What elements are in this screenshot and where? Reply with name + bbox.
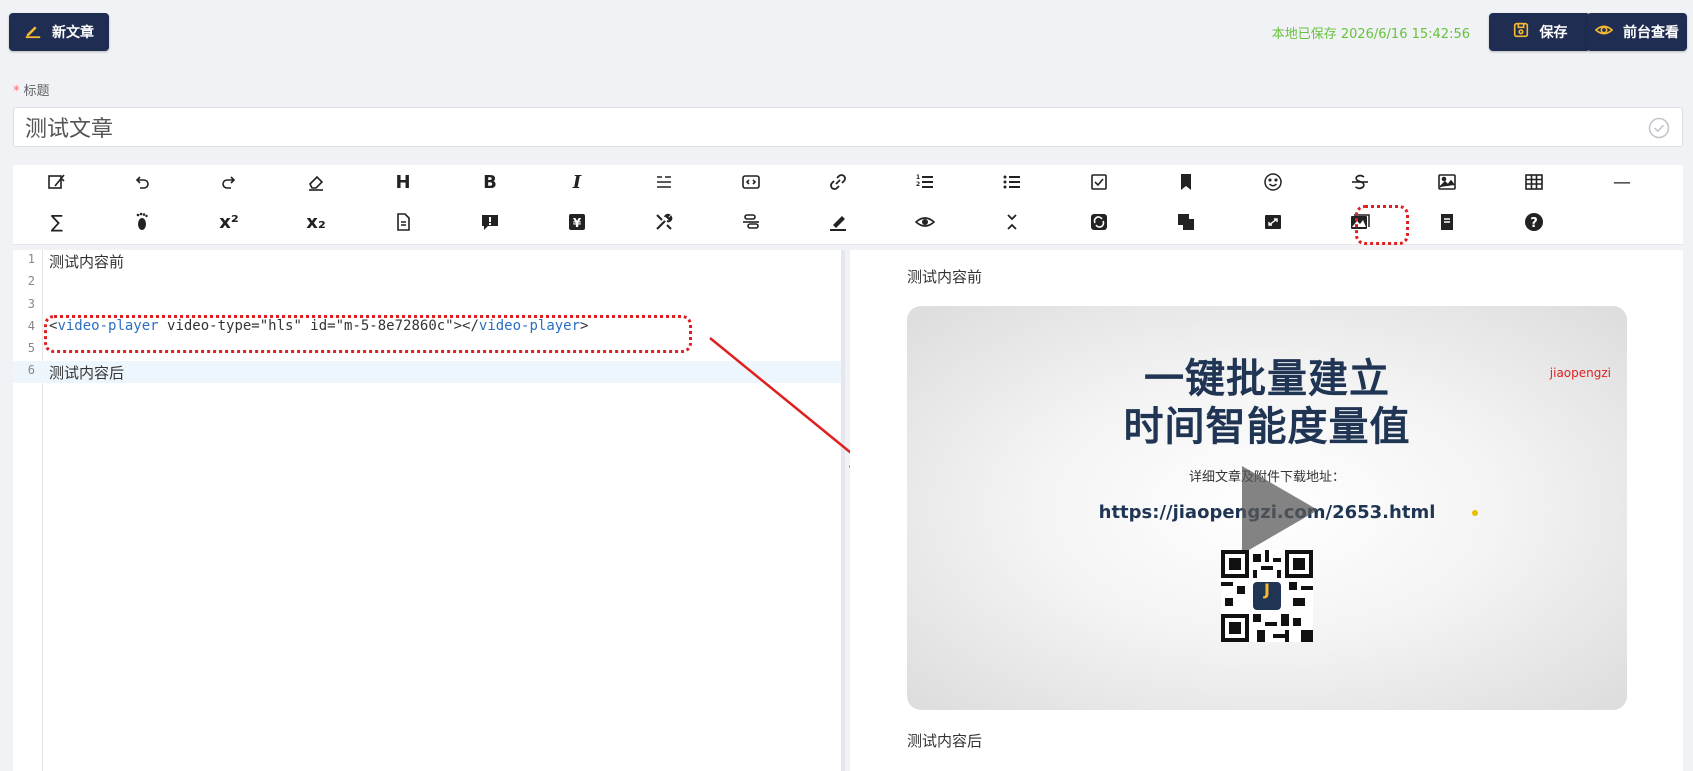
new-article-label: 新文章 — [52, 25, 94, 41]
bold-icon[interactable]: B — [475, 167, 505, 197]
frontend-view-button[interactable]: 前台查看 — [1587, 13, 1687, 51]
line-number: 2 — [27, 274, 35, 288]
quote-icon[interactable] — [649, 167, 679, 197]
code-highlight-box — [44, 315, 692, 353]
play-icon[interactable] — [1242, 466, 1318, 554]
title-input[interactable] — [14, 108, 1614, 146]
toolbar-row-2: ∑ x² x₂ ¥ ? — [13, 207, 1683, 243]
note-icon[interactable] — [1432, 207, 1462, 237]
svg-text:2: 2 — [916, 181, 920, 188]
table-icon[interactable] — [1519, 167, 1549, 197]
save-label: 保存 — [1539, 25, 1568, 41]
unordered-list-icon[interactable] — [997, 167, 1027, 197]
help-icon[interactable]: ? — [1519, 207, 1549, 237]
formula-icon[interactable]: ∑ — [42, 207, 72, 237]
line-text: 测试内容前 — [49, 253, 125, 271]
check-circle-icon — [1648, 117, 1670, 139]
top-bar: 新文章 本地已保存 2026/6/16 15:42:56 保存 前台查看 — [0, 0, 1693, 64]
video-brand: jiaopengzi — [1549, 366, 1611, 380]
line-number: 4 — [27, 319, 35, 333]
emoji-icon[interactable] — [1258, 167, 1288, 197]
superscript-icon[interactable]: x² — [214, 207, 244, 237]
required-mark: * — [13, 84, 20, 99]
collapse-icon[interactable] — [997, 207, 1027, 237]
preview-text-before: 测试内容前 — [907, 268, 983, 286]
tools-icon[interactable] — [649, 207, 679, 237]
highlighter-icon[interactable] — [823, 207, 853, 237]
toolbar-row-1: H B I 12 — — [13, 167, 1683, 203]
gallery-highlight-box — [1355, 205, 1409, 245]
italic-icon[interactable]: I — [562, 167, 592, 197]
line-number: 3 — [27, 297, 35, 311]
line-number: 1 — [27, 252, 35, 266]
eye-icon — [1594, 21, 1614, 43]
svg-text:1: 1 — [916, 174, 920, 181]
line-number: 6 — [27, 363, 35, 377]
preview-icon[interactable] — [910, 207, 940, 237]
line-number: 5 — [27, 341, 35, 355]
align-icon[interactable] — [736, 207, 766, 237]
image-icon[interactable] — [1432, 167, 1462, 197]
pencil-icon — [24, 21, 42, 43]
save-button[interactable]: 保存 — [1489, 13, 1590, 51]
heading-icon[interactable]: H — [388, 167, 418, 197]
cursor-indicator — [1472, 510, 1478, 516]
currency-icon[interactable]: ¥ — [562, 207, 592, 237]
title-field[interactable] — [13, 107, 1683, 147]
preview-text-after: 测试内容后 — [907, 732, 983, 750]
qr-letter: J — [1264, 580, 1270, 599]
floppy-icon — [1512, 21, 1530, 43]
magic-wand-icon[interactable] — [42, 167, 72, 197]
svg-text:¥: ¥ — [573, 216, 582, 230]
saved-status: 本地已保存 2026/6/16 15:42:56 — [1271, 27, 1470, 42]
editor-line[interactable]: 1 测试内容前 — [13, 250, 841, 272]
checklist-icon[interactable] — [1084, 167, 1114, 197]
frontend-view-label: 前台查看 — [1623, 25, 1679, 41]
layers-icon[interactable] — [1171, 207, 1201, 237]
svg-text:?: ? — [1530, 216, 1538, 231]
sync-icon[interactable] — [1084, 207, 1114, 237]
line-text: 测试内容后 — [49, 364, 125, 382]
title-label-text: 标题 — [23, 84, 50, 99]
bookmark-icon[interactable] — [1171, 167, 1201, 197]
link-icon[interactable] — [823, 167, 853, 197]
strikethrough-icon[interactable] — [1345, 167, 1375, 197]
title-label: * 标题 — [13, 80, 50, 99]
undo-icon[interactable] — [127, 167, 157, 197]
footnote-icon[interactable] — [127, 207, 157, 237]
code-block-icon[interactable] — [736, 167, 766, 197]
editor-toolbar: H B I 12 — ∑ x² x₂ ¥ ? — [13, 165, 1683, 245]
eraser-icon[interactable] — [301, 167, 331, 197]
horizontal-rule-icon[interactable]: — — [1607, 167, 1637, 197]
new-article-button[interactable]: 新文章 — [9, 13, 109, 51]
editor-line[interactable]: 3 — [13, 295, 841, 317]
subscript-icon[interactable]: x₂ — [301, 207, 331, 237]
fullscreen-icon[interactable] — [1258, 207, 1288, 237]
alert-icon[interactable] — [475, 207, 505, 237]
editor-line[interactable]: 2 — [13, 272, 841, 294]
preview-pane: 测试内容前 一键批量建立 时间智能度量值 jiaopengzi 详细文章及附件下… — [850, 250, 1683, 771]
document-icon[interactable] — [388, 207, 418, 237]
redo-icon[interactable] — [214, 167, 244, 197]
video-headline-2: 时间智能度量值 — [1123, 404, 1411, 450]
video-player[interactable]: 一键批量建立 时间智能度量值 jiaopengzi 详细文章及附件下载地址： h… — [907, 306, 1627, 710]
ordered-list-icon[interactable]: 12 — [910, 167, 940, 197]
